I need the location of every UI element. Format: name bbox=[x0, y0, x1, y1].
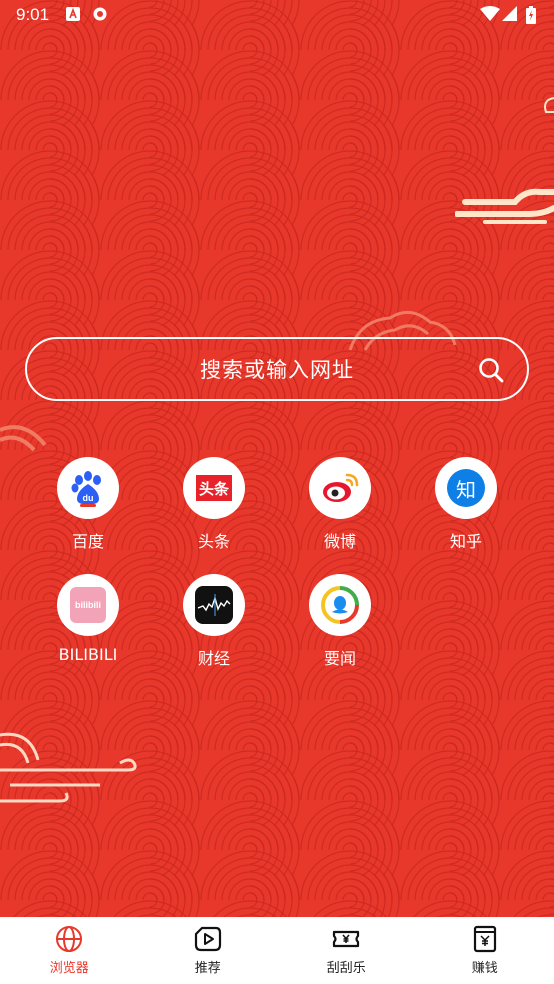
globe-icon bbox=[56, 926, 83, 952]
news-icon bbox=[309, 574, 371, 636]
nav-label: 浏览器 bbox=[49, 961, 89, 976]
nav-item-recommend[interactable]: 推荐 bbox=[139, 917, 278, 984]
bilibili-icon: bilibili bbox=[57, 574, 119, 636]
bilibili-logo: bilibili bbox=[70, 587, 106, 623]
notification-a-icon bbox=[66, 7, 80, 21]
wallet-icon bbox=[473, 925, 496, 953]
status-time: 9:01 bbox=[16, 5, 50, 24]
zhihu-logo: 知 bbox=[447, 469, 485, 507]
cellular-signal-icon bbox=[502, 6, 517, 21]
shortcut-bilibili[interactable]: bilibili BILIBILI bbox=[33, 574, 143, 674]
zhihu-icon: 知 bbox=[435, 457, 497, 519]
shortcut-weibo[interactable]: 微博 bbox=[285, 457, 395, 557]
nav-item-earn[interactable]: 赚钱 bbox=[416, 917, 554, 984]
shortcut-label: 财经 bbox=[197, 649, 230, 668]
shortcut-label: 百度 bbox=[71, 532, 104, 551]
svg-text:du: du bbox=[83, 493, 94, 503]
status-bar: 9:01 bbox=[0, 0, 554, 30]
play-icon bbox=[194, 926, 221, 952]
toutiao-logo: 头条 bbox=[196, 475, 232, 501]
cloud-decoration-icon bbox=[0, 425, 47, 452]
nav-item-scratch[interactable]: 刮刮乐 bbox=[277, 917, 416, 984]
wifi-icon bbox=[480, 6, 500, 21]
search-placeholder: 搜索或输入网址 bbox=[200, 358, 354, 382]
bottom-nav: 浏览器 推荐 刮刮乐 赚钱 bbox=[0, 917, 554, 984]
search-input[interactable]: 搜索或输入网址 bbox=[25, 337, 529, 401]
shortcut-toutiao[interactable]: 头条 头条 bbox=[159, 457, 269, 557]
search-icon[interactable] bbox=[477, 356, 505, 384]
shortcut-finance[interactable]: 财经 bbox=[159, 574, 269, 674]
shortcut-label: 头条 bbox=[197, 532, 230, 551]
cloud-decoration-icon bbox=[0, 732, 137, 803]
shortcut-label: 微博 bbox=[323, 532, 356, 551]
toutiao-icon: 头条 bbox=[183, 457, 245, 519]
shortcut-label: 知乎 bbox=[449, 532, 482, 551]
nav-label: 赚钱 bbox=[471, 961, 498, 976]
cloud-decoration-icon bbox=[455, 188, 554, 224]
ticket-icon bbox=[333, 930, 360, 948]
battery-icon bbox=[526, 6, 536, 24]
shortcut-label: BILIBILI bbox=[58, 645, 118, 664]
cloud-decoration-icon bbox=[544, 97, 554, 113]
weibo-icon bbox=[309, 457, 371, 519]
shortcut-zhihu[interactable]: 知 知乎 bbox=[411, 457, 521, 557]
shortcut-label: 要闻 bbox=[323, 649, 356, 668]
shortcut-baidu[interactable]: du 百度 bbox=[33, 457, 143, 557]
nav-label: 推荐 bbox=[194, 961, 221, 976]
finance-icon bbox=[183, 574, 245, 636]
nav-label: 刮刮乐 bbox=[326, 961, 366, 976]
nav-item-browser[interactable]: 浏览器 bbox=[0, 917, 139, 984]
shortcut-news[interactable]: 要闻 bbox=[285, 574, 395, 674]
notification-record-icon bbox=[93, 7, 107, 21]
baidu-icon: du bbox=[57, 457, 119, 519]
